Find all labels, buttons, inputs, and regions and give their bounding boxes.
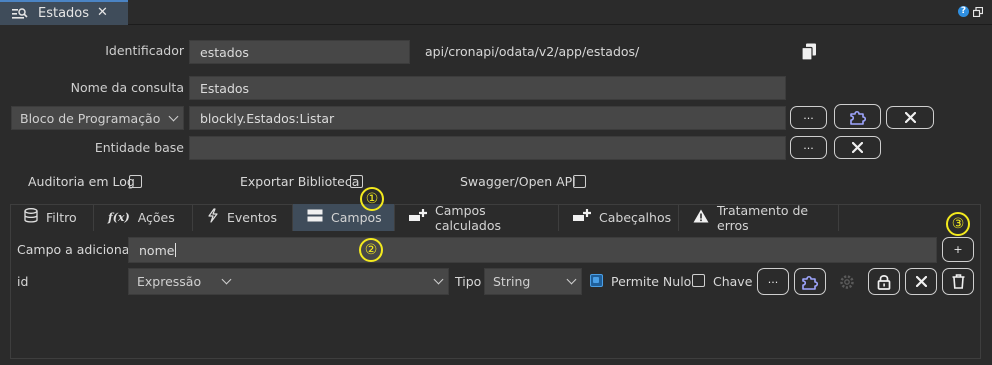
puzzle-icon	[849, 110, 866, 125]
close-tab-icon[interactable]: ✕	[97, 5, 108, 20]
add-header-icon	[573, 209, 591, 226]
annotation-marker-2: ②	[359, 238, 383, 262]
tab-filtro-label: Filtro	[46, 210, 77, 225]
trash-icon	[952, 274, 964, 289]
tab-acoes-label: Ações	[137, 210, 175, 225]
close-icon	[915, 276, 927, 287]
warning-icon	[693, 209, 709, 227]
chevron-down-icon	[566, 274, 577, 285]
tab-campos-calculados[interactable]: Campos calculados	[395, 202, 559, 233]
auditoria-label: Auditoria em Log	[28, 174, 135, 189]
field-plugin-button[interactable]	[794, 268, 826, 295]
lock-button[interactable]	[868, 268, 900, 295]
close-icon	[852, 142, 863, 153]
query-icon	[12, 7, 28, 20]
add-field-button[interactable]: +	[942, 237, 974, 262]
clear-field-button[interactable]	[905, 268, 937, 295]
entidade-clear-button[interactable]	[834, 136, 881, 159]
tab-cabecalhos-label: Cabeçalhos	[599, 210, 672, 225]
bloco-browse-button[interactable]: ...	[790, 106, 827, 129]
expression-select-value: Expressão	[137, 274, 202, 289]
close-icon	[904, 112, 916, 123]
window-controls: ?	[958, 6, 984, 18]
identificador-input[interactable]: estados	[189, 40, 410, 64]
entidade-base-input[interactable]	[189, 136, 786, 160]
bloco-clear-button[interactable]	[886, 106, 934, 129]
tipo-select-value: String	[493, 274, 531, 289]
tab-campos-label: Campos	[331, 210, 382, 225]
restore-window-icon[interactable]	[972, 6, 984, 18]
field-browse-button[interactable]: ...	[757, 268, 789, 295]
bloco-value-input[interactable]: blockly.Estados:Listar	[189, 106, 786, 130]
tipo-label: Tipo	[455, 274, 482, 289]
fields-icon	[307, 209, 323, 226]
permite-nulo-checkbox[interactable]	[590, 274, 603, 287]
exportar-checkbox[interactable]	[350, 175, 363, 188]
bloco-programacao-value: Bloco de Programação	[20, 110, 161, 126]
chevron-down-icon	[433, 274, 444, 285]
lock-icon	[877, 274, 891, 290]
nome-consulta-label: Nome da consulta	[70, 80, 184, 95]
permite-nulo-label: Permite Nulo	[611, 274, 692, 289]
annotation-marker-1: ①	[360, 187, 384, 211]
annotation-marker-3: ③	[946, 212, 970, 236]
field-name-id: id	[17, 274, 29, 289]
tipo-select[interactable]: String	[484, 268, 582, 295]
campo-adicionar-label: Campo a adicionar	[17, 242, 135, 257]
document-tab-title: Estados	[38, 6, 90, 21]
identificador-label: Identificador	[105, 43, 184, 58]
tab-cabecalhos[interactable]: Cabeçalhos	[559, 204, 679, 231]
bloco-programacao-select[interactable]: Bloco de Programação	[11, 106, 184, 130]
chevron-down-icon	[221, 274, 232, 285]
text-cursor	[175, 243, 177, 257]
tab-tratamento-erros[interactable]: Tratamento de erros	[679, 202, 839, 233]
copy-icon[interactable]	[801, 43, 817, 61]
chave-checkbox[interactable]	[692, 274, 705, 287]
entidade-browse-button[interactable]: ...	[790, 136, 827, 159]
gear-icon[interactable]	[838, 273, 856, 291]
delete-field-button[interactable]	[942, 268, 974, 295]
entidade-base-label: Entidade base	[94, 140, 184, 155]
nome-consulta-input[interactable]: Estados	[189, 76, 786, 100]
add-field-icon	[409, 209, 427, 226]
swagger-checkbox[interactable]	[573, 175, 586, 188]
tab-eventos-label: Eventos	[227, 210, 277, 225]
function-icon: f(x)	[108, 211, 130, 224]
chevron-down-icon	[168, 111, 179, 121]
database-icon	[24, 208, 38, 227]
api-path-text: api/cronapi/odata/v2/app/estados/	[425, 44, 640, 59]
swagger-label: Swagger/Open API	[460, 174, 576, 189]
expression-select[interactable]: Expressão	[128, 268, 449, 295]
lightning-icon	[207, 208, 219, 227]
document-tab-bar	[0, 0, 992, 25]
chave-label: Chave	[713, 274, 753, 289]
tab-tratamento-erros-label: Tratamento de erros	[717, 202, 809, 233]
tab-campos-calculados-label: Campos calculados	[435, 202, 502, 233]
auditoria-checkbox[interactable]	[129, 175, 142, 188]
bloco-plugin-button[interactable]	[834, 104, 881, 129]
tab-filtro[interactable]: Filtro	[10, 204, 94, 231]
help-icon[interactable]: ?	[958, 6, 969, 17]
document-tab-estados[interactable]: Estados ✕	[0, 0, 128, 25]
tab-eventos[interactable]: Eventos	[193, 204, 293, 231]
campo-adicionar-value: nome	[139, 242, 175, 258]
panel-tab-strip: Filtro f(x) Ações Eventos Campos Campos …	[10, 202, 839, 233]
campo-adicionar-input[interactable]: nome	[128, 237, 937, 263]
tab-acoes[interactable]: f(x) Ações	[94, 204, 193, 231]
exportar-label: Exportar Biblioteca	[240, 174, 360, 189]
puzzle-icon	[802, 275, 819, 290]
